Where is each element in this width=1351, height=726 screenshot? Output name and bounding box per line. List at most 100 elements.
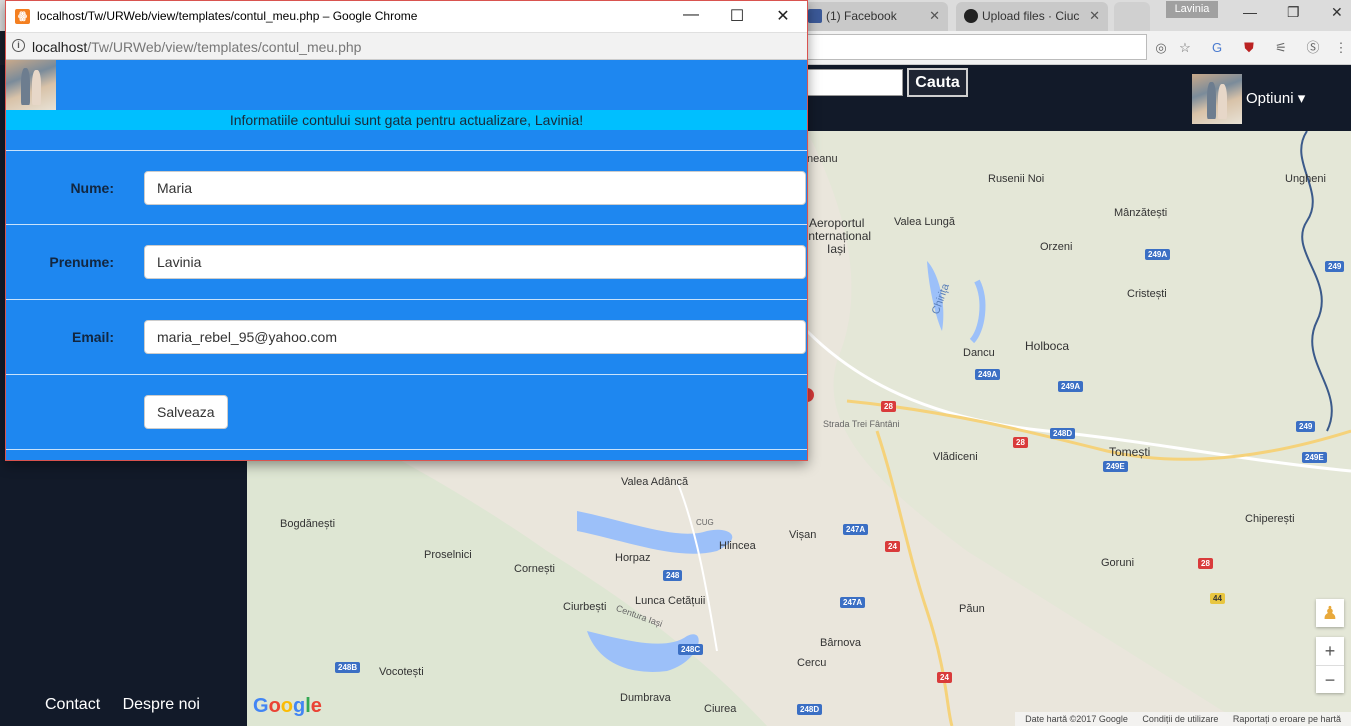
road-badge: 248B [335,662,361,673]
map-label: Mânzătești [1114,207,1168,219]
email-field[interactable] [144,320,806,354]
road-badge: 249E [1103,461,1128,472]
zoom-control: + − [1316,637,1344,693]
nume-field[interactable] [144,171,806,205]
road-badge: 247A [840,597,866,608]
form-row-save: Salveaza [6,375,807,450]
road-badge: 44 [1210,593,1225,604]
map-label: CUG [696,518,714,527]
star-icon[interactable]: ☆ [1177,40,1193,56]
prenume-field[interactable] [144,245,806,279]
notice-message: Informatiile contului sunt gata pentru a… [6,110,807,130]
popup-urlbar[interactable]: i localhost/Tw/URWeb/view/templates/cont… [6,32,807,60]
map-label: Valea Adâncă [621,476,689,488]
report-error-link[interactable]: Raportați o eroare pe hartă [1233,714,1341,724]
road-badge: 249E [1302,452,1327,463]
map-label: Orzeni [1040,241,1073,253]
map-label: Vișan [789,529,817,541]
map-label: Ciurea [704,703,737,715]
map-copyright: Date hartă ©2017 Google [1025,714,1128,724]
restore-icon[interactable]: ❐ [1287,4,1300,21]
map-label: Hlincea [719,540,756,552]
road-badge: 24 [885,541,900,552]
road-badge: 28 [1013,437,1028,448]
profile-button[interactable]: Lavinia [1166,1,1218,18]
tab-label: (1) Facebook [826,9,897,23]
maximize-icon[interactable]: ☐ [722,6,752,26]
search-button[interactable]: Cauta [907,68,968,97]
map-label: Strada Trei Fântâni [823,419,900,429]
form-row-prenume: Prenume: [6,225,807,300]
road-badge: 249A [1058,381,1084,392]
screen: (1) Facebook ✕ Upload files · Ciuc ✕ Lav… [0,0,1351,726]
minimize-icon[interactable]: — [676,6,706,24]
avatar[interactable] [1192,74,1242,124]
background-omnibox[interactable] [807,34,1147,60]
road-badge: 249 [1296,421,1316,432]
map-footer: Date hartă ©2017 Google Condiții de util… [1015,712,1351,726]
pegman-icon[interactable]: ♟ [1316,599,1344,627]
zoom-out-button[interactable]: − [1316,665,1344,693]
map-label: Holboca [1025,339,1070,353]
form-row-email: Email: [6,300,807,375]
road-badge: 248D [797,704,823,715]
contact-link[interactable]: Contact [45,696,100,713]
minimize-icon[interactable]: — [1243,4,1257,20]
popup-titlebar[interactable]: ꙮ localhost/Tw/URWeb/view/templates/cont… [6,1,807,32]
menu-icon[interactable]: ⋮ [1333,40,1349,56]
map-label: Tomești [1109,445,1151,459]
close-icon[interactable]: ✕ [929,8,940,24]
map-label: Dancu [963,347,995,359]
close-window-icon[interactable]: ✕ [1331,4,1343,21]
form-row-nume: Nume: [6,150,807,225]
adobe-icon[interactable]: ⚟ [1273,40,1289,56]
info-icon[interactable]: i [12,39,25,52]
road-badge: 248D [1050,428,1076,439]
map-label: Goruni [1101,557,1135,569]
road-badge: 249 [1325,261,1345,272]
map-label: Bogdănești [280,518,336,530]
map-label: Vocotești [379,666,424,678]
road-badge: 28 [881,401,896,412]
about-link[interactable]: Despre noi [123,696,200,713]
skype-icon[interactable]: Ⓢ [1305,40,1321,56]
email-label: Email: [71,329,114,345]
save-button[interactable]: Salveaza [144,395,228,429]
map-label: Aeroportul [809,216,865,230]
map-label: Cercu [797,657,827,669]
url-host: localhost [32,39,88,55]
xampp-icon: ꙮ [15,9,30,24]
road-badge: 24 [937,672,952,683]
account-page: Informatiile contului sunt gata pentru a… [6,60,807,460]
search-input[interactable] [807,69,903,96]
close-icon[interactable]: ✕ [768,6,798,26]
map-label: Chiperești [1245,513,1295,525]
translate-icon[interactable]: G [1209,40,1225,56]
map-label: Ciurbești [563,601,607,613]
map-label: Horpaz [615,552,651,564]
road-badge: 28 [1198,558,1213,569]
location-icon[interactable]: ◎ [1153,40,1169,56]
map-label: Cristești [1127,288,1167,300]
options-dropdown[interactable]: Optiuni ▾ [1246,89,1305,107]
url-path: /Tw/URWeb/view/templates/contul_meu.php [87,39,362,55]
map-label: Ungheni [1285,173,1326,185]
map-label: neanu [807,153,838,165]
close-icon[interactable]: ✕ [1089,8,1100,24]
terms-link[interactable]: Condiții de utilizare [1142,714,1218,724]
zoom-in-button[interactable]: + [1316,637,1344,665]
github-icon [964,9,978,23]
tab-upload-files[interactable]: Upload files · Ciuc ✕ [956,2,1108,31]
new-tab-button[interactable] [1114,2,1150,31]
popup-title: localhost/Tw/URWeb/view/templates/contul… [37,9,418,23]
ublock-icon[interactable]: ⛊ [1241,40,1257,56]
road-badge: 249A [1145,249,1171,260]
footer-links: Contact Despre noi [45,696,218,714]
road-badge: 248 [663,570,683,581]
map-label: Dumbrava [620,692,671,704]
road-badge: 249A [975,369,1001,380]
popup-window: ꙮ localhost/Tw/URWeb/view/templates/cont… [5,0,808,461]
tab-facebook[interactable]: (1) Facebook ✕ [800,2,948,31]
account-header [6,60,807,110]
background-toolbar: ◎ ☆ G ⛊ ⚟ Ⓢ ⋮ [807,31,1351,65]
